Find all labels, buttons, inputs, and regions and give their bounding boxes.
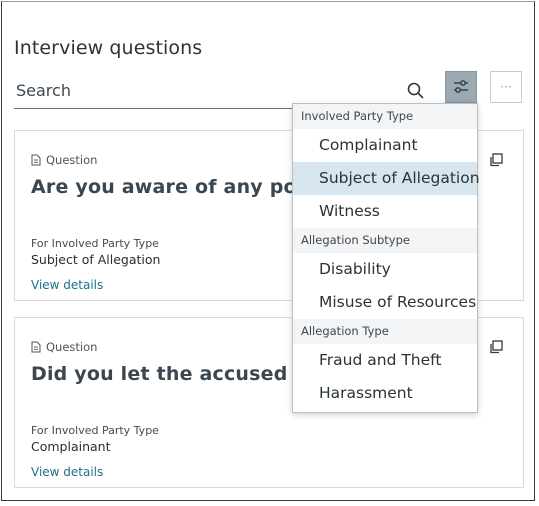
- filter-option-witness[interactable]: Witness: [293, 195, 477, 228]
- filter-dropdown: Involved Party Type Complainant Subject …: [292, 103, 480, 413]
- filter-group-header: Allegation Subtype: [293, 228, 477, 253]
- filter-option-fraud-and-theft[interactable]: Fraud and Theft: [293, 344, 477, 377]
- panel-title: Interview questions: [14, 37, 203, 59]
- party-type-value: Subject of Allegation: [31, 252, 161, 267]
- filter-option-subject-of-allegation[interactable]: Subject of Allegation: [293, 162, 480, 195]
- question-type-label: Question: [31, 340, 97, 354]
- filter-option-misuse-of-resources[interactable]: Misuse of Resources: [293, 286, 477, 319]
- filter-group-header: Allegation Type: [293, 319, 477, 344]
- party-type-label: For Involved Party Type: [31, 237, 159, 250]
- search-icon[interactable]: [406, 81, 426, 101]
- document-icon: [31, 154, 41, 166]
- filter-option-complainant[interactable]: Complainant: [293, 129, 477, 162]
- view-details-link[interactable]: View details: [31, 278, 103, 292]
- copy-icon[interactable]: [489, 153, 503, 167]
- filter-button[interactable]: [445, 71, 477, 103]
- search-input[interactable]: [14, 74, 396, 106]
- filter-group-header: Involved Party Type: [293, 104, 477, 129]
- question-type-label: Question: [31, 153, 97, 167]
- filter-option-disability[interactable]: Disability: [293, 253, 477, 286]
- party-type-value: Complainant: [31, 439, 111, 454]
- more-options-icon: ···: [500, 80, 512, 94]
- interview-questions-panel: Interview questions ··· Question: [1, 1, 535, 501]
- party-type-label: For Involved Party Type: [31, 424, 159, 437]
- more-options-button[interactable]: ···: [490, 71, 522, 103]
- copy-icon[interactable]: [489, 340, 503, 354]
- filter-option-harassment[interactable]: Harassment: [293, 377, 477, 410]
- filter-sliders-icon: [454, 80, 468, 93]
- view-details-link[interactable]: View details: [31, 465, 103, 479]
- document-icon: [31, 341, 41, 353]
